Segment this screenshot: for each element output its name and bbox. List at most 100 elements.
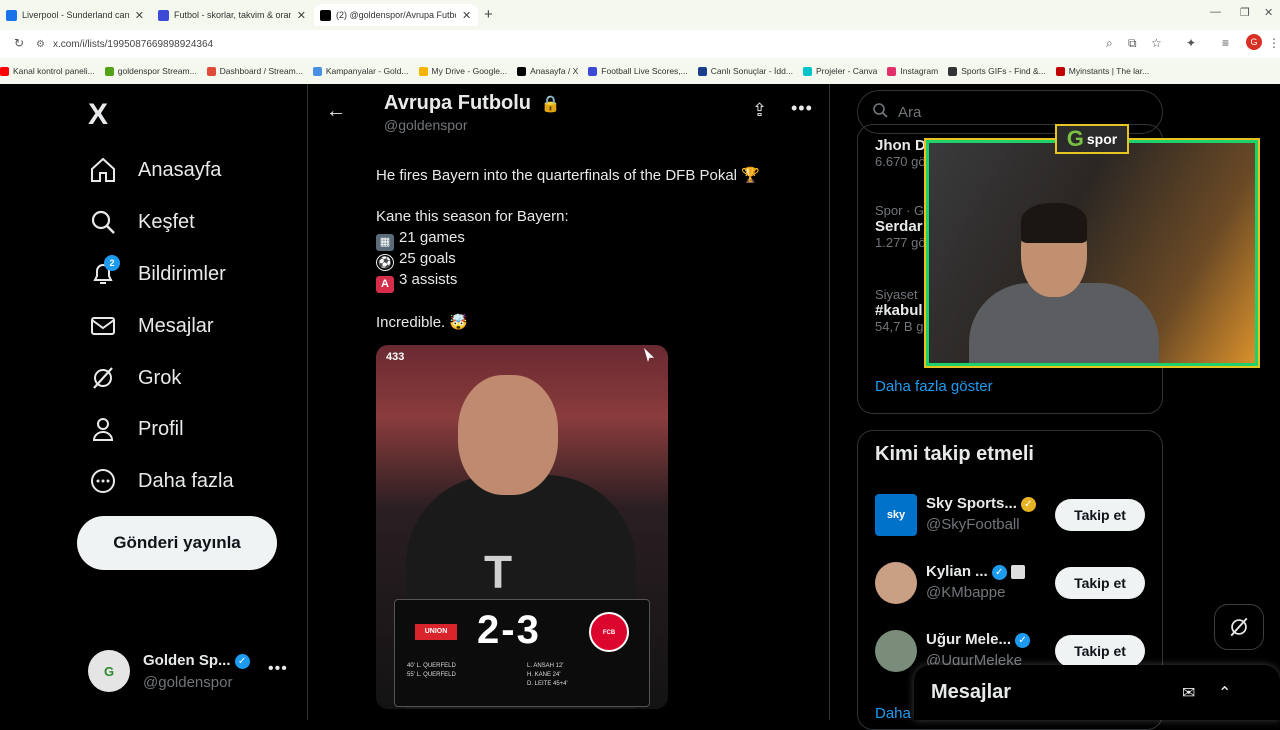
bookmark-item[interactable]: Sports GIFs - Find &... xyxy=(948,66,1046,76)
trend-item[interactable]: Spor · G Serdar 1.277 gö xyxy=(875,203,926,250)
tab-liverpool[interactable]: Liverpool - Sunderland canlı skor ✕ xyxy=(0,4,150,26)
x-logo[interactable]: X xyxy=(88,98,108,132)
url-field[interactable]: ⚙ x.com/i/lists/1995087669898924364 xyxy=(36,33,1176,55)
verified-icon: ✓ xyxy=(1015,632,1031,648)
sidebar-item-home[interactable]: Anasayfa xyxy=(88,150,221,190)
bookmark-item[interactable]: Kanal kontrol paneli... xyxy=(0,66,95,76)
grok-icon xyxy=(88,363,118,393)
bookmark-item[interactable]: Football Live Scores,... xyxy=(588,66,688,76)
tweet-image[interactable]: 433 T UNION 2-3 FCB 40' L. QUERFELD 55' … xyxy=(376,345,668,709)
bookmark-favicon xyxy=(1055,66,1065,76)
bookmark-favicon xyxy=(418,66,428,76)
tweet-stat-games: ▦ 21 games xyxy=(376,229,465,251)
tab-favicon xyxy=(158,9,169,21)
suggestion-name-row: Uğur Mele... ✓ xyxy=(926,631,1031,648)
site-info-icon[interactable]: ⚙ xyxy=(36,39,45,50)
bookmark-item[interactable]: Canlı Sonuçlar - İdd... xyxy=(697,66,793,76)
bookmark-item[interactable]: Projeler - Canva xyxy=(802,66,877,76)
stadium-icon: ▦ xyxy=(376,234,394,251)
suggestion-handle: @KMbappe xyxy=(926,584,1006,601)
affiliate-badge-icon xyxy=(1010,565,1025,580)
sidebar-item-notifications[interactable]: 2 Bildirimler xyxy=(88,254,226,294)
player-head xyxy=(458,375,558,495)
verified-icon: ✓ xyxy=(234,653,250,669)
follow-button[interactable]: Takip et xyxy=(1055,567,1145,599)
show-more-link[interactable]: Daha xyxy=(875,705,911,722)
maximize-icon[interactable]: ❐ xyxy=(1240,6,1250,19)
bookmark-star-icon[interactable]: ☆ xyxy=(1151,36,1162,50)
zoom-icon[interactable]: ⌕ xyxy=(1106,36,1113,51)
grok-fab-button[interactable] xyxy=(1214,604,1264,650)
sidebar-item-label: Keşfet xyxy=(138,210,195,233)
tab-goldenspor[interactable]: (2) @goldenspor/Avrupa Futbolu ✕ xyxy=(314,4,478,26)
account-switcher[interactable]: G Golden Sp... ✓ @goldenspor ••• xyxy=(88,650,298,700)
bookmark-item[interactable]: Dashboard / Stream... xyxy=(206,66,303,76)
messages-drawer[interactable]: Mesajlar ✉ ⌃ xyxy=(914,665,1280,720)
telekom-logo: T xyxy=(484,546,513,598)
follow-suggestion[interactable]: sky Sky Sports... ✓ @SkyFootball Takip et xyxy=(875,494,1165,538)
close-icon[interactable]: ✕ xyxy=(297,9,306,22)
show-more-link[interactable]: Daha fazla göster xyxy=(875,378,993,395)
profile-avatar[interactable]: G xyxy=(1246,34,1262,50)
minimize-icon[interactable]: — xyxy=(1210,6,1221,18)
close-icon[interactable]: ✕ xyxy=(135,9,144,22)
bookmark-item[interactable]: Myinstants | The lar... xyxy=(1055,66,1149,76)
back-arrow-icon[interactable]: ← xyxy=(326,100,346,123)
verified-gold-icon: ✓ xyxy=(1020,496,1036,512)
home-club-badge: UNION xyxy=(415,624,457,640)
avatar: G xyxy=(88,650,130,692)
reload-icon[interactable]: ↻ xyxy=(14,36,24,50)
trend-item[interactable]: Jhon D 6.670 gö xyxy=(875,137,926,169)
tab-title: Futbol - skorlar, takvim & oranlar xyxy=(174,10,291,20)
sidebar-item-label: Daha fazla xyxy=(138,469,234,492)
install-icon[interactable]: ⧉ xyxy=(1128,36,1137,51)
more-icon[interactable]: ••• xyxy=(791,98,813,119)
trend-item[interactable]: Siyaset #kabul 54,7 B gö xyxy=(875,287,931,334)
tweet-text-line: Incredible. 🤯 xyxy=(376,314,469,331)
x-favicon xyxy=(320,9,331,21)
sidebar-item-label: Mesajlar xyxy=(138,314,214,337)
search-placeholder: Ara xyxy=(898,103,922,121)
close-icon[interactable]: ✕ xyxy=(462,9,471,22)
bookmark-item[interactable]: goldenspor Stream... xyxy=(104,66,197,76)
sidebar-item-label: Profil xyxy=(138,417,184,440)
more-icon[interactable]: ••• xyxy=(268,660,288,678)
notification-badge: 2 xyxy=(104,255,120,271)
bookmark-favicon xyxy=(697,66,707,76)
address-bar: ↻ ⚙ x.com/i/lists/1995087669898924364 ⌕ … xyxy=(0,30,1280,58)
bookmark-item[interactable]: My Drive - Google... xyxy=(418,66,507,76)
post-button[interactable]: Gönderi yayınla xyxy=(77,516,277,570)
bookmark-item[interactable]: Kampanyalar - Gold... xyxy=(312,66,409,76)
trend-name: #kabul xyxy=(875,302,923,319)
tab-futbol[interactable]: Futbol - skorlar, takvim & oranlar ✕ xyxy=(152,4,312,26)
sidebar-item-profile[interactable]: Profil xyxy=(88,409,184,449)
bookmark-favicon xyxy=(517,66,527,76)
follow-button[interactable]: Takip et xyxy=(1055,499,1145,531)
sidebar-item-messages[interactable]: Mesajlar xyxy=(88,306,214,346)
letter-a-icon: A xyxy=(376,276,394,293)
home-icon xyxy=(88,155,118,185)
extensions-icon[interactable]: ✦ xyxy=(1186,36,1196,50)
main-column: ← Avrupa Futbolu 🔒 @goldenspor ⇪ ••• He … xyxy=(308,84,830,720)
reading-list-icon[interactable]: ≡ xyxy=(1222,36,1229,50)
share-icon[interactable]: ⇪ xyxy=(752,100,767,121)
menu-icon[interactable]: ⋮ xyxy=(1268,36,1280,50)
chevron-up-icon[interactable]: ⌃ xyxy=(1218,683,1231,703)
window-close-icon[interactable]: ✕ xyxy=(1264,6,1273,19)
trend-name: Jhon D xyxy=(875,137,926,154)
sidebar-item-more[interactable]: Daha fazla xyxy=(88,461,234,501)
bookmark-item[interactable]: Anasayfa / X xyxy=(517,66,578,76)
follow-button[interactable]: Takip et xyxy=(1055,635,1145,667)
lock-icon: 🔒 xyxy=(540,96,561,113)
new-tab-icon[interactable]: + xyxy=(484,6,493,23)
sidebar-item-grok[interactable]: Grok xyxy=(88,358,181,398)
avatar xyxy=(875,630,917,672)
sidebar-item-label: Grok xyxy=(138,366,182,389)
bookmark-item[interactable]: Instagram xyxy=(887,66,938,76)
sidebar-item-explore[interactable]: Keşfet xyxy=(88,202,195,242)
new-message-icon[interactable]: ✉ xyxy=(1182,683,1195,703)
avatar: sky xyxy=(875,494,917,536)
verified-icon: ✓ xyxy=(991,564,1007,580)
search-icon xyxy=(88,207,118,237)
follow-suggestion[interactable]: Kylian ... ✓ @KMbappe Takip et xyxy=(875,562,1165,606)
